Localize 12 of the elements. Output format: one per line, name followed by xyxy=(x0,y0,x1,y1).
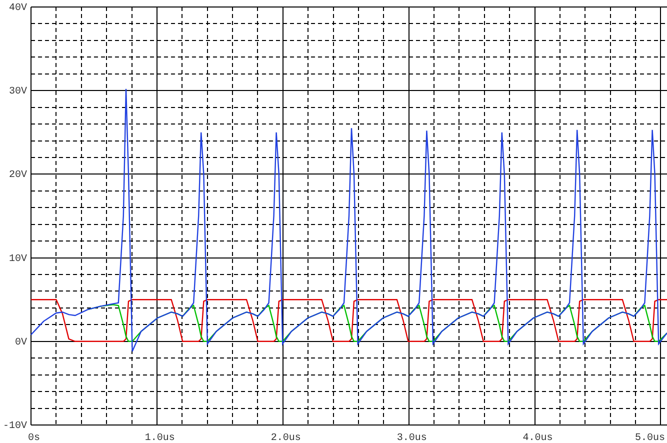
x-tick-label: 1.0us xyxy=(144,433,175,443)
x-tick-label: 0s xyxy=(28,433,40,443)
y-tick-label: 10V xyxy=(8,254,27,265)
y-tick-label: -10V xyxy=(2,421,27,432)
x-tick-label: 2.0us xyxy=(270,433,301,443)
x-tick-label: 4.0us xyxy=(522,433,553,443)
y-tick-label: 0V xyxy=(14,337,27,348)
x-tick-label: 3.0us xyxy=(396,433,427,443)
y-tick-label: 20V xyxy=(8,170,27,182)
y-tick-label: 30V xyxy=(8,86,27,98)
y-tick-label: 40V xyxy=(8,3,27,14)
x-tick-label: 5.0us xyxy=(634,433,665,443)
